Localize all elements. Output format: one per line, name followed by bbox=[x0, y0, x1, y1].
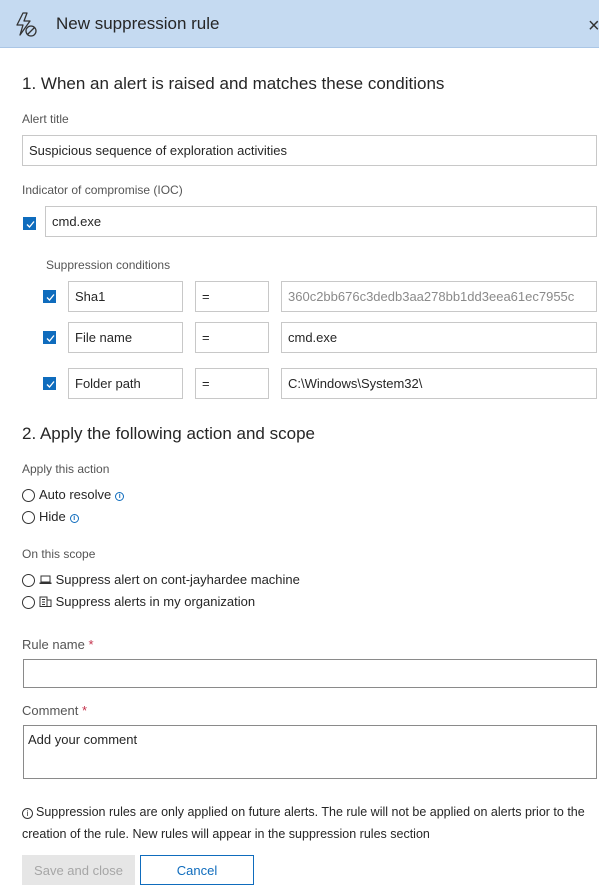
ioc-field[interactable]: cmd.exe bbox=[45, 206, 597, 237]
condition-value[interactable]: C:\Windows\System32\ bbox=[281, 368, 597, 399]
section-1-title: 1. When an alert is raised and matches t… bbox=[22, 74, 445, 93]
rule-name-label: Rule name * bbox=[22, 637, 94, 652]
panel-title: New suppression rule bbox=[56, 14, 220, 33]
radio-button[interactable] bbox=[22, 489, 35, 502]
radio-label: Suppress alert on cont-jayhardee machine bbox=[55, 572, 300, 587]
ioc-checkbox[interactable] bbox=[23, 217, 36, 230]
condition-operator[interactable]: = bbox=[195, 322, 269, 353]
radio-label: Hide bbox=[39, 509, 66, 524]
apply-action-label: Apply this action bbox=[22, 462, 110, 476]
condition-checkbox-file-name[interactable] bbox=[43, 331, 56, 344]
condition-operator[interactable]: = bbox=[195, 368, 269, 399]
panel-header: New suppression rule × bbox=[0, 0, 599, 48]
suppress-alert-icon bbox=[16, 12, 37, 37]
radio-button[interactable] bbox=[22, 596, 35, 609]
condition-value[interactable]: 360c2bb676c3dedb3aa278bb1dd3eea61ec7955c bbox=[281, 281, 597, 312]
condition-field-name[interactable]: Folder path bbox=[68, 368, 183, 399]
condition-operator[interactable]: = bbox=[195, 281, 269, 312]
rule-name-input[interactable] bbox=[23, 659, 597, 688]
close-icon[interactable]: × bbox=[588, 16, 599, 36]
radio-label: Suppress alerts in my organization bbox=[55, 594, 256, 609]
suppression-conditions-label: Suppression conditions bbox=[46, 258, 171, 272]
info-icon[interactable]: i bbox=[115, 492, 125, 501]
suppression-note: i Suppression rules are only applied on f… bbox=[22, 805, 585, 841]
cancel-button[interactable]: Cancel bbox=[140, 855, 254, 885]
condition-field-name[interactable]: File name bbox=[68, 322, 183, 353]
comment-label: Comment * bbox=[22, 703, 88, 718]
radio-label: Auto resolve bbox=[39, 487, 112, 502]
alert-title-field[interactable]: Suspicious sequence of exploration activ… bbox=[22, 135, 597, 166]
comment-textarea[interactable]: Add your comment bbox=[23, 725, 597, 779]
condition-field-name[interactable]: Sha1 bbox=[68, 281, 183, 312]
condition-value[interactable]: cmd.exe bbox=[281, 322, 597, 353]
radio-button[interactable] bbox=[22, 511, 35, 524]
ioc-label: Indicator of compromise (IOC) bbox=[22, 183, 183, 197]
laptop-icon bbox=[39, 575, 52, 584]
alert-title-label: Alert title bbox=[22, 112, 69, 126]
info-icon[interactable]: i bbox=[69, 514, 79, 523]
info-icon: i bbox=[22, 808, 33, 819]
condition-checkbox-sha1[interactable] bbox=[43, 290, 56, 303]
scope-label: On this scope bbox=[22, 547, 96, 561]
save-and-close-button[interactable]: Save and close bbox=[22, 855, 135, 885]
radio-button[interactable] bbox=[22, 574, 35, 587]
building-icon bbox=[39, 596, 52, 607]
section-2-title: 2. Apply the following action and scope bbox=[22, 424, 315, 443]
condition-checkbox-folder-path[interactable] bbox=[43, 377, 56, 390]
